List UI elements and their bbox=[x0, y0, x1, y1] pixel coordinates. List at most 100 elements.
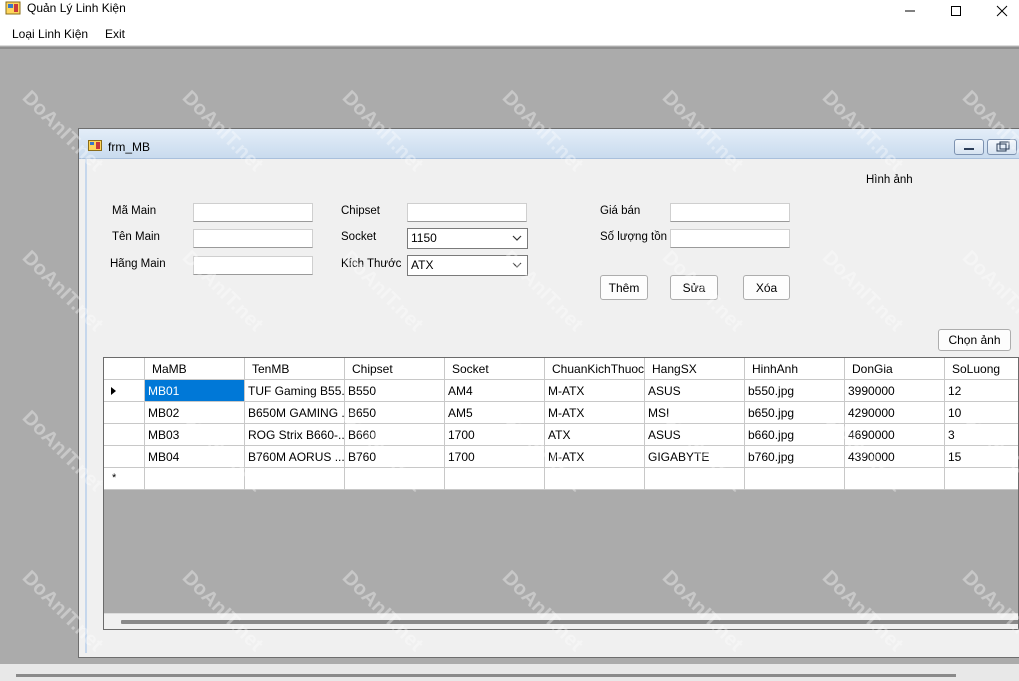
table-row[interactable]: MB01 TUF Gaming B55... B550 AM4 M-ATX AS… bbox=[104, 380, 1018, 402]
close-button[interactable] bbox=[979, 0, 1019, 22]
column-header[interactable]: DonGia bbox=[845, 358, 945, 380]
grid-cell[interactable]: AM5 bbox=[445, 402, 545, 424]
grid-cell[interactable] bbox=[645, 468, 745, 490]
row-header[interactable] bbox=[104, 380, 145, 402]
grid-cell[interactable]: MSI bbox=[645, 402, 745, 424]
sua-button[interactable]: Sửa bbox=[670, 275, 718, 300]
menu-exit[interactable]: Exit bbox=[105, 27, 125, 41]
minimize-icon bbox=[905, 10, 915, 12]
child-minimize-button[interactable] bbox=[954, 139, 984, 155]
grid-cell[interactable]: ASUS bbox=[645, 380, 745, 402]
scrollbar-thumb[interactable] bbox=[16, 674, 956, 677]
hang-main-input[interactable] bbox=[193, 256, 313, 275]
kich-thuoc-combobox[interactable]: ATX bbox=[407, 255, 528, 276]
mdi-divider bbox=[0, 47, 1019, 49]
grid-cell[interactable]: B650M GAMING ... bbox=[245, 402, 345, 424]
grid-cell[interactable]: 10 bbox=[945, 402, 1018, 424]
grid-cell[interactable]: B650 bbox=[345, 402, 445, 424]
grid-cell[interactable]: GIGABYTE bbox=[645, 446, 745, 468]
grid-cell[interactable]: MB02 bbox=[145, 402, 245, 424]
grid-cell[interactable]: 12 bbox=[945, 380, 1018, 402]
grid-cell[interactable]: M-ATX bbox=[545, 446, 645, 468]
grid-cell[interactable]: b550.jpg bbox=[745, 380, 845, 402]
grid-cell[interactable]: 1700 bbox=[445, 424, 545, 446]
restore-icon bbox=[996, 141, 1010, 152]
table-row[interactable]: MB03 ROG Strix B660-... B660 1700 ATX AS… bbox=[104, 424, 1018, 446]
grid-cell[interactable] bbox=[245, 468, 345, 490]
grid-cell[interactable]: M-ATX bbox=[545, 402, 645, 424]
grid-cell[interactable]: ASUS bbox=[645, 424, 745, 446]
child-restore-button[interactable] bbox=[987, 139, 1017, 155]
column-header[interactable]: Socket bbox=[445, 358, 545, 380]
grid-cell[interactable]: b660.jpg bbox=[745, 424, 845, 446]
grid-cell[interactable]: 1700 bbox=[445, 446, 545, 468]
row-header[interactable]: * bbox=[104, 468, 145, 490]
table-row[interactable]: MB04 B760M AORUS ... B760 1700 M-ATX GIG… bbox=[104, 446, 1018, 468]
grid-cell[interactable]: 4690000 bbox=[845, 424, 945, 446]
them-button[interactable]: Thêm bbox=[600, 275, 648, 300]
table-row[interactable]: MB02 B650M GAMING ... B650 AM5 M-ATX MSI… bbox=[104, 402, 1018, 424]
grid-cell[interactable]: MB01 bbox=[145, 380, 245, 402]
grid-cell[interactable]: MB03 bbox=[145, 424, 245, 446]
grid-cell[interactable]: B660 bbox=[345, 424, 445, 446]
grid-cell[interactable]: MB04 bbox=[145, 446, 245, 468]
grid-cell[interactable]: ATX bbox=[545, 424, 645, 446]
ma-main-input[interactable] bbox=[193, 203, 313, 222]
grid-cell[interactable] bbox=[545, 468, 645, 490]
maximize-button[interactable] bbox=[933, 0, 979, 22]
row-header[interactable] bbox=[104, 402, 145, 424]
grid-cell[interactable] bbox=[445, 468, 545, 490]
grid-cell[interactable] bbox=[145, 468, 245, 490]
grid-cell[interactable]: 4390000 bbox=[845, 446, 945, 468]
column-header[interactable]: HinhAnh bbox=[745, 358, 845, 380]
grid-cell[interactable]: 4290000 bbox=[845, 402, 945, 424]
column-header[interactable]: HangSX bbox=[645, 358, 745, 380]
grid-cell[interactable]: b760.jpg bbox=[745, 446, 845, 468]
grid-cell[interactable] bbox=[745, 468, 845, 490]
scrollbar-thumb[interactable] bbox=[121, 620, 1018, 624]
column-header[interactable]: SoLuong bbox=[945, 358, 1018, 380]
grid-horizontal-scrollbar[interactable] bbox=[104, 613, 1018, 629]
gia-ban-input[interactable] bbox=[670, 203, 790, 222]
grid-cell[interactable]: B760M AORUS ... bbox=[245, 446, 345, 468]
chon-anh-button[interactable]: Chọn ảnh bbox=[938, 329, 1011, 351]
chipset-label: Chipset bbox=[341, 205, 380, 217]
column-header[interactable]: TenMB bbox=[245, 358, 345, 380]
row-header[interactable] bbox=[104, 446, 145, 468]
row-header[interactable] bbox=[104, 424, 145, 446]
grid-cell[interactable]: AM4 bbox=[445, 380, 545, 402]
socket-label: Socket bbox=[341, 231, 377, 243]
xoa-button[interactable]: Xóa bbox=[743, 275, 790, 300]
data-grid[interactable]: MaMB TenMB Chipset Socket ChuanKichThuoc… bbox=[103, 357, 1019, 630]
minimize-button[interactable] bbox=[887, 0, 933, 22]
chevron-down-icon bbox=[512, 235, 522, 241]
column-header[interactable]: Chipset bbox=[345, 358, 445, 380]
so-luong-input[interactable] bbox=[670, 229, 790, 248]
menu-loai-linh-kien[interactable]: Loại Linh Kiện bbox=[12, 27, 88, 41]
ten-main-input[interactable] bbox=[193, 229, 313, 248]
socket-combobox[interactable]: 1150 bbox=[407, 228, 528, 249]
grid-cell[interactable]: ROG Strix B660-... bbox=[245, 424, 345, 446]
child-titlebar: frm_MB bbox=[79, 129, 1019, 159]
grid-cell[interactable] bbox=[345, 468, 445, 490]
chipset-input[interactable] bbox=[407, 203, 527, 222]
grid-cell[interactable] bbox=[945, 468, 1018, 490]
column-header[interactable]: MaMB bbox=[145, 358, 245, 380]
grid-cell[interactable] bbox=[845, 468, 945, 490]
mdi-horizontal-scrollbar[interactable] bbox=[0, 664, 1019, 681]
grid-cell[interactable]: B760 bbox=[345, 446, 445, 468]
grid-cell[interactable]: 15 bbox=[945, 446, 1018, 468]
grid-cell[interactable]: TUF Gaming B55... bbox=[245, 380, 345, 402]
child-title: frm_MB bbox=[108, 140, 150, 154]
grid-cell[interactable]: M-ATX bbox=[545, 380, 645, 402]
grid-cell[interactable]: 3990000 bbox=[845, 380, 945, 402]
grid-cell[interactable]: 3 bbox=[945, 424, 1018, 446]
grid-cell[interactable]: b650.jpg bbox=[745, 402, 845, 424]
grid-corner bbox=[104, 358, 145, 380]
gia-ban-label: Giá bán bbox=[600, 205, 641, 217]
chevron-down-icon bbox=[512, 262, 522, 268]
new-row[interactable]: * bbox=[104, 468, 1018, 490]
grid-cell[interactable]: B550 bbox=[345, 380, 445, 402]
column-header[interactable]: ChuanKichThuoc bbox=[545, 358, 645, 380]
ma-main-label: Mã Main bbox=[112, 205, 157, 217]
